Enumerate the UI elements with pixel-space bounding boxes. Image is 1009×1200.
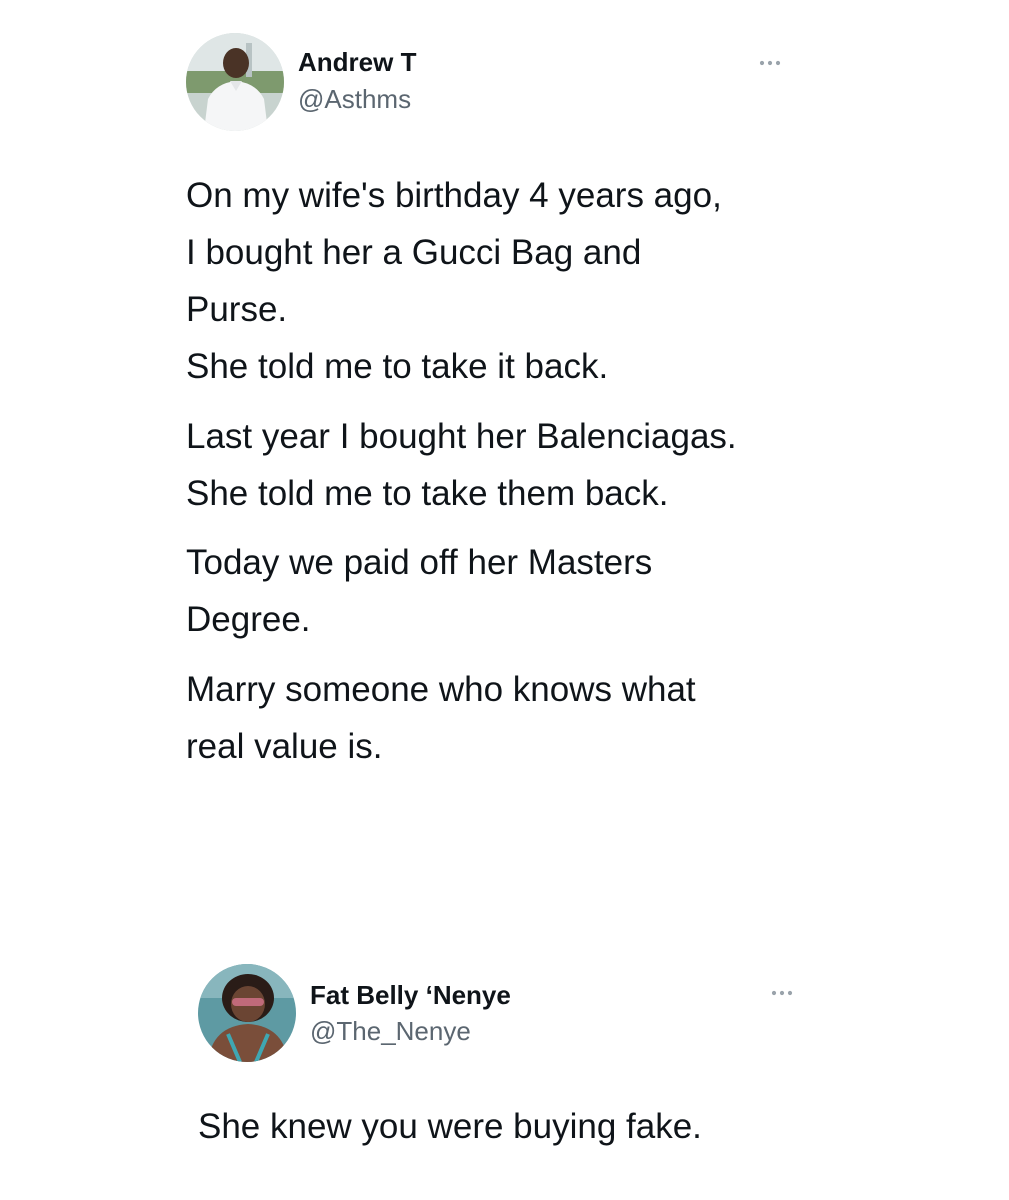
tweet-reply: Fat Belly ‘Nenye @The_Nenye She knew you… <box>0 0 1009 1200</box>
author-handle[interactable]: @The_Nenye <box>310 1016 471 1047</box>
avatar[interactable] <box>198 964 296 1062</box>
author-name[interactable]: Fat Belly ‘Nenye <box>310 980 511 1011</box>
avatar-image <box>198 964 296 1062</box>
ellipsis-icon[interactable] <box>768 986 796 1004</box>
tweet-text-line: She knew you were buying fake. <box>198 1107 702 1146</box>
